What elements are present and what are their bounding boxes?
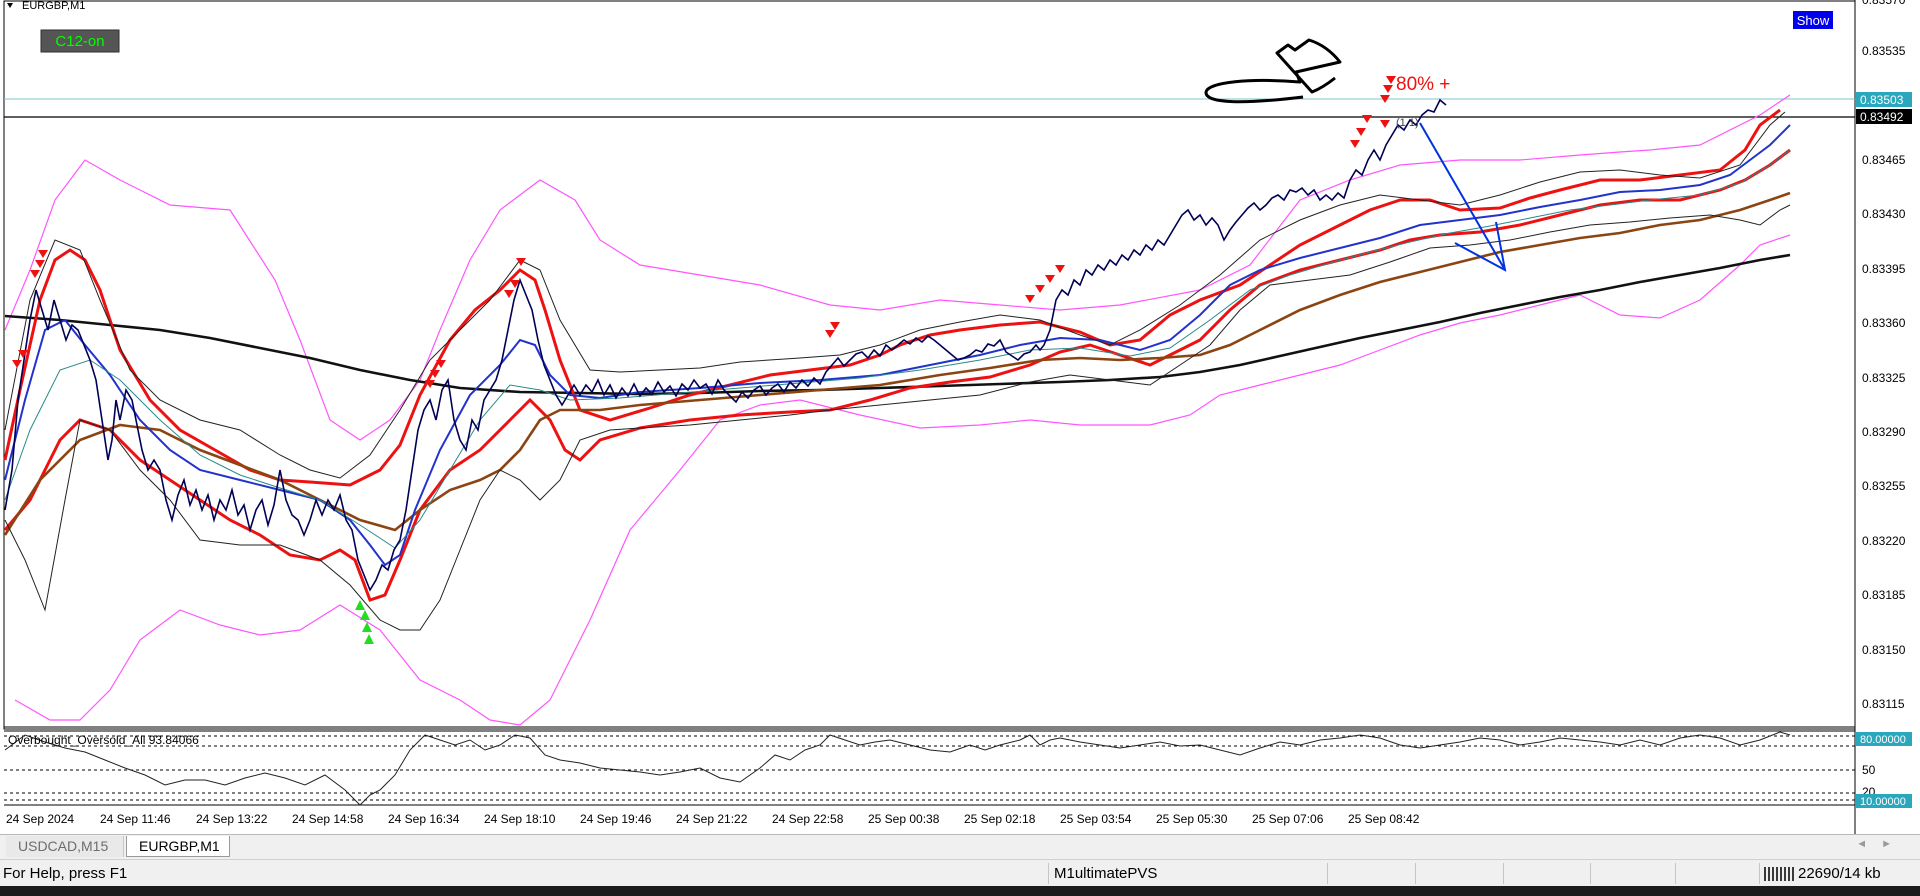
- price-tag-bid-label: 0.83492: [1860, 110, 1904, 124]
- status-help-text: For Help, press F1: [3, 865, 128, 882]
- status-divider: [1503, 863, 1504, 884]
- tab-usdcad-m15[interactable]: USDCAD,M15: [6, 836, 124, 857]
- time-label: 24 Sep 16:34: [388, 812, 460, 826]
- tab-eurgbp-m1[interactable]: EURGBP,M1: [126, 836, 230, 857]
- chart-symbol-title: EURGBP,M1: [22, 0, 85, 12]
- indicator-label: Overbought_Oversold_All 93.84066: [8, 733, 199, 747]
- time-label: 25 Sep 05:30: [1156, 812, 1228, 826]
- osc-tag-top-label: 80.00000: [1860, 734, 1906, 746]
- status-profile[interactable]: M1ultimatePVS: [1054, 860, 1157, 887]
- price-tick: 0.83290: [1862, 425, 1906, 439]
- price-tick: 0.83325: [1862, 371, 1906, 385]
- price-tick: 0.83220: [1862, 534, 1906, 548]
- osc-level-mid-label: 50: [1862, 763, 1876, 777]
- status-divider: [1590, 863, 1591, 884]
- status-divider: [1675, 863, 1676, 884]
- price-tick: 0.83430: [1862, 207, 1906, 221]
- time-label: 25 Sep 08:42: [1348, 812, 1420, 826]
- price-tick: 0.83115: [1862, 697, 1905, 711]
- price-tick: 0.83465: [1862, 153, 1906, 167]
- taskbar-strip: [0, 886, 1920, 896]
- status-divider: [1415, 863, 1416, 884]
- price-tick: 0.83255: [1862, 479, 1906, 493]
- price-tag-cyan-label: 0.83503: [1860, 93, 1904, 107]
- time-label: 25 Sep 00:38: [868, 812, 940, 826]
- status-bar: For Help, press F1 M1ultimatePVS 22690/1…: [0, 859, 1920, 887]
- status-divider: [1327, 863, 1328, 884]
- connection-traffic: 22690/14 kb: [1798, 865, 1881, 882]
- time-label: 24 Sep 11:46: [100, 812, 171, 826]
- time-label: 24 Sep 14:58: [292, 812, 364, 826]
- percent-annotation: 80% +: [1396, 74, 1450, 95]
- price-tick: 0.83535: [1862, 44, 1906, 58]
- time-label: 24 Sep 19:46: [580, 812, 652, 826]
- connection-status[interactable]: 22690/14 kb: [1764, 860, 1881, 887]
- time-label: 24 Sep 2024: [6, 812, 74, 826]
- price-tick: 0.83395: [1862, 262, 1906, 276]
- fib-level-label: (1.1): [1396, 117, 1419, 129]
- status-divider: [1759, 863, 1760, 884]
- time-label: 24 Sep 21:22: [676, 812, 748, 826]
- connection-bars-icon: [1764, 867, 1794, 882]
- chart-tab-bar: USDCAD,M15 EURGBP,M1 ◄►: [0, 834, 1920, 859]
- price-tick: 0.83360: [1862, 316, 1906, 330]
- time-label: 24 Sep 18:10: [484, 812, 556, 826]
- time-axis: 24 Sep 2024 24 Sep 11:46 24 Sep 13:22 24…: [6, 812, 1420, 826]
- time-label: 24 Sep 22:58: [772, 812, 844, 826]
- time-label: 25 Sep 02:18: [964, 812, 1036, 826]
- status-divider: [1048, 863, 1049, 884]
- price-tick: 0.83185: [1862, 588, 1906, 602]
- tab-scroll-arrows-icon[interactable]: ◄►: [1856, 838, 1906, 850]
- c12-button-label: C12-on: [55, 33, 104, 50]
- time-label: 25 Sep 03:54: [1060, 812, 1132, 826]
- oscillator-line: [4, 731, 1791, 806]
- chart-area[interactable]: EURGBP,M1 C12-on Show 80% + 0.83570 0.83…: [0, 0, 1920, 834]
- price-tick: 0.83570: [1862, 0, 1906, 7]
- time-label: 24 Sep 13:22: [196, 812, 268, 826]
- time-label: 25 Sep 07:06: [1252, 812, 1324, 826]
- show-button-label: Show: [1797, 13, 1830, 28]
- osc-tag-bottom-label: 10.00000: [1860, 796, 1906, 808]
- price-tick: 0.83150: [1862, 643, 1906, 657]
